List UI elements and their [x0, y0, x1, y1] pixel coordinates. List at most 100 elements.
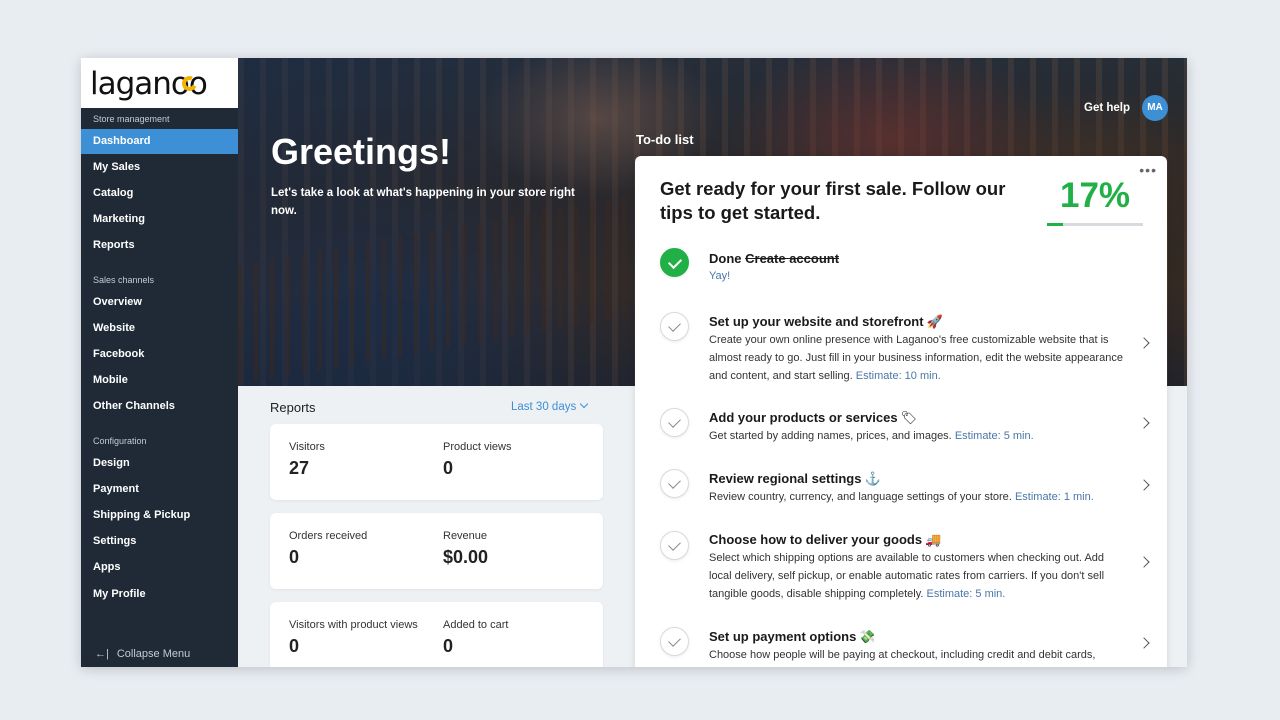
task-desc-text: Get started by adding names, prices, and… — [709, 430, 952, 442]
check-icon — [660, 627, 689, 656]
task-estimate: Estimate: 5 min. — [926, 588, 1006, 600]
chevron-right-icon[interactable] — [1138, 556, 1150, 568]
todo-list-label: To-do list — [636, 132, 694, 147]
chevron-right-icon[interactable] — [1138, 637, 1150, 649]
section-label-configuration: Configuration — [93, 436, 147, 446]
progress-bar — [1047, 223, 1143, 226]
sidebar-item-dashboard[interactable]: Dashboard — [81, 129, 238, 154]
ellipsis-icon[interactable]: ••• — [1139, 162, 1157, 178]
sidebar-item-mobile[interactable]: Mobile — [81, 368, 238, 393]
date-range-dropdown[interactable]: Last 30 days — [511, 399, 589, 413]
task-estimate: Estimate: 5 min. — [954, 430, 1034, 442]
chevron-right-icon[interactable] — [1138, 479, 1150, 491]
task-title: Add your products or services 🏷 — [709, 410, 917, 426]
get-help-link[interactable]: Get help — [1084, 102, 1130, 114]
rocket-icon: 🚀 — [926, 314, 943, 329]
collapse-menu-label: Collapse Menu — [116, 648, 191, 660]
avatar[interactable]: MA — [1142, 95, 1168, 121]
truck-icon: 🚚 — [925, 532, 942, 547]
stat-label: Orders received — [289, 530, 368, 542]
stat-value: 0 — [289, 636, 300, 656]
reports-title: Reports — [270, 400, 316, 415]
task-status: Yay! — [709, 270, 731, 282]
greeting-title: Greetings! — [271, 131, 452, 172]
task-description: Review country, currency, and language s… — [709, 488, 1127, 506]
todo-panel: ••• Get ready for your first sale. Follo… — [635, 156, 1167, 667]
chevron-down-icon — [579, 399, 589, 409]
sidebar-item-website[interactable]: Website — [81, 316, 238, 341]
sidebar-item-facebook[interactable]: Facebook — [81, 342, 238, 367]
stat-value: 0 — [443, 458, 454, 478]
task-title-text: Set up payment options — [709, 629, 857, 644]
stat-orders-received: Orders received 0 — [289, 530, 367, 568]
sidebar-item-settings[interactable]: Settings — [81, 529, 238, 554]
sidebar-item-my-profile[interactable]: My Profile — [81, 582, 238, 607]
stat-value: 0 — [443, 636, 454, 656]
sidebar-item-marketing[interactable]: Marketing — [81, 207, 238, 232]
stat-label: Revenue — [443, 530, 488, 542]
money-icon: 💸 — [859, 629, 876, 644]
todo-heading: Get ready for your first sale. Follow ou… — [660, 178, 1006, 223]
task-title: Done Create account — [709, 251, 839, 266]
task-title-text: Add your products or services — [709, 410, 898, 425]
section-label-store-management: Store management — [93, 114, 170, 124]
sidebar-item-catalog[interactable]: Catalog — [81, 181, 238, 206]
check-icon — [660, 312, 689, 341]
sidebar-item-other-channels[interactable]: Other Channels — [81, 394, 238, 419]
task-description: Choose how people will be paying at chec… — [709, 646, 1127, 664]
stat-label: Visitors with product views — [289, 619, 418, 631]
stat-visitors-with-product-views: Visitors with product views 0 — [289, 619, 418, 657]
stat-value: 27 — [289, 458, 310, 478]
stat-value: $0.00 — [443, 547, 489, 567]
stat-value: 0 — [289, 547, 300, 567]
stat-card-visitors: Visitors 27 Product views 0 — [270, 424, 603, 500]
task-desc-text: Select which shipping options are availa… — [709, 552, 1105, 600]
tag-icon: 🏷 — [900, 410, 918, 425]
stat-label: Visitors — [289, 441, 325, 453]
chevron-right-icon[interactable] — [1138, 417, 1150, 429]
sidebar-item-shipping-pickup[interactable]: Shipping & Pickup — [81, 503, 238, 528]
task-done-label: Done — [709, 251, 742, 266]
task-estimate: Estimate: 10 min. — [855, 370, 941, 382]
check-icon — [660, 469, 689, 498]
sidebar-item-reports[interactable]: Reports — [81, 233, 238, 258]
app-window: laganoo Store management Dashboard My Sa… — [81, 58, 1187, 667]
stat-product-views: Product views 0 — [443, 441, 511, 479]
collapse-menu-button[interactable]: ←| Collapse Menu — [95, 648, 190, 660]
stat-label: Product views — [443, 441, 512, 453]
task-title: Set up payment options 💸 — [709, 629, 876, 645]
check-icon — [660, 531, 689, 560]
progress-percent: 17% — [1060, 176, 1131, 215]
check-icon — [660, 408, 689, 437]
task-description: Get started by adding names, prices, and… — [709, 427, 1127, 445]
task-title-text: Choose how to deliver your goods — [709, 532, 923, 547]
check-done-icon — [660, 248, 689, 277]
stat-revenue: Revenue $0.00 — [443, 530, 488, 568]
stat-card-conversion: Visitors with product views 0 Added to c… — [270, 602, 603, 667]
section-label-sales-channels: Sales channels — [93, 275, 155, 285]
task-title: Review regional settings ⚓ — [709, 471, 881, 487]
task-title-text: Set up your website and storefront — [709, 314, 924, 329]
sidebar-item-design[interactable]: Design — [81, 451, 238, 476]
sidebar-item-my-sales[interactable]: My Sales — [81, 155, 238, 180]
date-range-label: Last 30 days — [511, 401, 577, 413]
hero-background-image — [238, 190, 658, 386]
task-title: Set up your website and storefront 🚀 — [709, 314, 943, 330]
logo[interactable]: laganoo — [81, 58, 238, 108]
task-title-text: Review regional settings — [709, 471, 862, 486]
anchor-icon: ⚓ — [864, 471, 881, 486]
task-title-text: Create account — [745, 251, 840, 266]
task-desc-text: Choose how people will be paying at chec… — [709, 649, 1096, 661]
sidebar-item-overview[interactable]: Overview — [81, 290, 238, 315]
sidebar: laganoo Store management Dashboard My Sa… — [81, 58, 238, 667]
task-estimate: Estimate: 1 min. — [1014, 491, 1094, 503]
stat-added-to-cart: Added to cart 0 — [443, 619, 508, 657]
chevron-right-icon[interactable] — [1138, 337, 1150, 349]
sidebar-item-payment[interactable]: Payment — [81, 477, 238, 502]
sidebar-item-apps[interactable]: Apps — [81, 555, 238, 580]
arrow-left-bar-icon: ←| — [95, 648, 109, 660]
stat-visitors: Visitors 27 — [289, 441, 325, 479]
stat-card-orders: Orders received 0 Revenue $0.00 — [270, 513, 603, 589]
task-title: Choose how to deliver your goods 🚚 — [709, 532, 941, 548]
task-description: Select which shipping options are availa… — [709, 549, 1127, 603]
